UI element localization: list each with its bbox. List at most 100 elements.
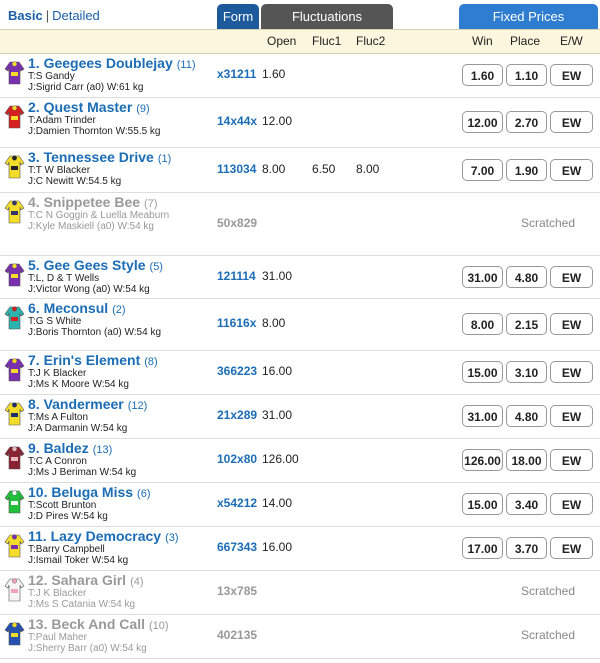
horse-name[interactable]: 10. Beluga Miss (6) [28,484,151,500]
top-bar: Basic | Detailed Form Fluctuations Fixed P… [0,0,600,29]
runner-details: T:C N Goggin & Luella Meaburn J:Kyle Mask… [28,210,208,232]
jockey-silk-icon [4,621,25,647]
each-way-button[interactable]: EW [550,159,593,181]
runner-row: 5. Gee Gees Style (5) T:L, D & T Wells J:Vi… [0,255,600,299]
jockey-silk-icon [4,305,25,331]
trainer-text: T:J K Blacker [28,588,87,599]
each-way-button[interactable]: EW [550,64,593,86]
horse-name-text: 5. Gee Gees Style [28,257,146,273]
place-price-button[interactable]: 1.10 [506,64,547,86]
horse-name-text: 6. Meconsul [28,300,109,316]
view-toggle-separator: | [45,8,50,23]
win-price-button[interactable]: 7.00 [462,159,503,181]
each-way-button[interactable]: EW [550,493,593,515]
trainer-text: T:T W Blacker [28,165,91,176]
win-price-button[interactable]: 31.00 [462,405,503,427]
scratched-label: Scratched [521,216,576,230]
fluc2-odds: 8.00 [356,162,380,176]
open-odds: 8.00 [262,162,286,176]
horse-name[interactable]: 8. Vandermeer (12) [28,396,147,412]
place-price-button[interactable]: 18.00 [506,449,547,471]
horse-name[interactable]: 11. Lazy Democracy (3) [28,528,179,544]
form-figures[interactable]: 13x785 [217,584,257,598]
runner-row: 9. Baldez (13) T:C A Conron J:Ms J Beriman … [0,438,600,483]
place-price-button[interactable]: 2.70 [506,111,547,133]
tab-fluctuations[interactable]: Fluctuations [261,4,393,29]
runner-details: T:Scott Brunton J:D Pires W:54 kg [28,500,208,522]
form-figures[interactable]: 14x44x [217,114,257,128]
runner-row: 6. Meconsul (2) T:G S White J:Boris Thornto… [0,298,600,351]
form-figures[interactable]: 667343 [217,540,257,554]
col-fluc1-header: Fluc1 [312,34,342,48]
basic-view-link[interactable]: Basic [8,8,43,23]
col-open-header: Open [267,34,297,48]
runner-row: 4. Snippetee Bee (7) T:C N Goggin & Luella… [0,192,600,256]
place-price-button[interactable]: 1.90 [506,159,547,181]
barrier-number: (12) [127,400,148,412]
each-way-button[interactable]: EW [550,361,593,383]
horse-name[interactable]: 7. Erin's Element (8) [28,352,158,368]
detailed-view-link[interactable]: Detailed [52,8,100,23]
form-figures[interactable]: x54212 [217,496,257,510]
horse-name-text: 2. Quest Master [28,99,133,115]
place-price-button[interactable]: 4.80 [506,266,547,288]
horse-name[interactable]: 4. Snippetee Bee (7) [28,194,158,210]
form-figures[interactable]: x31211 [217,67,256,81]
barrier-number: (7) [144,198,158,210]
each-way-button[interactable]: EW [550,266,593,288]
form-figures[interactable]: 366223 [217,364,257,378]
column-header-row: Open Fluc1 Fluc2 Win Place E/W [0,29,600,54]
jockey-silk-icon [4,262,25,288]
open-odds: 126.00 [262,452,299,466]
jockey-weight-text: J:D Pires W:54 kg [28,511,108,522]
each-way-button[interactable]: EW [550,111,593,133]
tab-form[interactable]: Form [217,4,259,29]
trainer-text: T:J K Blacker [28,368,87,379]
form-figures[interactable]: 402135 [217,628,257,642]
each-way-button[interactable]: EW [550,405,593,427]
race-form-page: Basic | Detailed Form Fluctuations Fixed P… [0,0,600,663]
horse-name[interactable]: 3. Tennessee Drive (1) [28,149,171,165]
horse-name[interactable]: 13. Beck And Call (10) [28,616,169,632]
form-figures[interactable]: 102x80 [217,452,257,466]
form-figures[interactable]: 121114 [217,269,256,283]
runner-row: 10. Beluga Miss (6) T:Scott Brunton J:D Pir… [0,482,600,527]
runner-details: T:Barry Campbell J:Ismail Toker W:54 kg [28,544,208,566]
horse-name[interactable]: 5. Gee Gees Style (5) [28,257,163,273]
form-figures[interactable]: 113034 [217,162,256,176]
each-way-button[interactable]: EW [550,313,593,335]
form-figures[interactable]: 11616x [217,316,256,330]
win-price-button[interactable]: 17.00 [462,537,503,559]
form-figures[interactable]: 50x829 [217,216,257,230]
each-way-button[interactable]: EW [550,449,593,471]
horse-name-text: 7. Erin's Element [28,352,141,368]
place-price-button[interactable]: 3.10 [506,361,547,383]
win-price-button[interactable]: 15.00 [462,493,503,515]
barrier-number: (10) [148,620,169,632]
win-price-button[interactable]: 31.00 [462,266,503,288]
horse-name[interactable]: 2. Quest Master (9) [28,99,150,115]
horse-name[interactable]: 12. Sahara Girl (4) [28,572,144,588]
win-price-button[interactable]: 8.00 [462,313,503,335]
win-price-button[interactable]: 1.60 [462,64,503,86]
win-price-button[interactable]: 126.00 [462,449,503,471]
place-price-button[interactable]: 4.80 [506,405,547,427]
horse-name[interactable]: 9. Baldez (13) [28,440,112,456]
horse-name[interactable]: 1. Geegees Doublejay (11) [28,55,195,71]
place-price-button[interactable]: 3.70 [506,537,547,559]
horse-name-text: 3. Tennessee Drive [28,149,154,165]
barrier-number: (9) [136,103,150,115]
each-way-button[interactable]: EW [550,537,593,559]
win-price-button[interactable]: 15.00 [462,361,503,383]
horse-name[interactable]: 6. Meconsul (2) [28,300,126,316]
tab-fixed-prices[interactable]: Fixed Prices [459,4,598,29]
win-price-button[interactable]: 12.00 [462,111,503,133]
jockey-silk-icon [4,60,25,86]
jockey-silk-icon [4,104,25,130]
form-figures[interactable]: 21x289 [217,408,257,422]
barrier-number: (1) [157,153,172,165]
place-price-button[interactable]: 3.40 [506,493,547,515]
place-price-button[interactable]: 2.15 [506,313,547,335]
barrier-number: (3) [165,532,179,544]
runner-row: 11. Lazy Democracy (3) T:Barry Campbell J:I… [0,526,600,571]
